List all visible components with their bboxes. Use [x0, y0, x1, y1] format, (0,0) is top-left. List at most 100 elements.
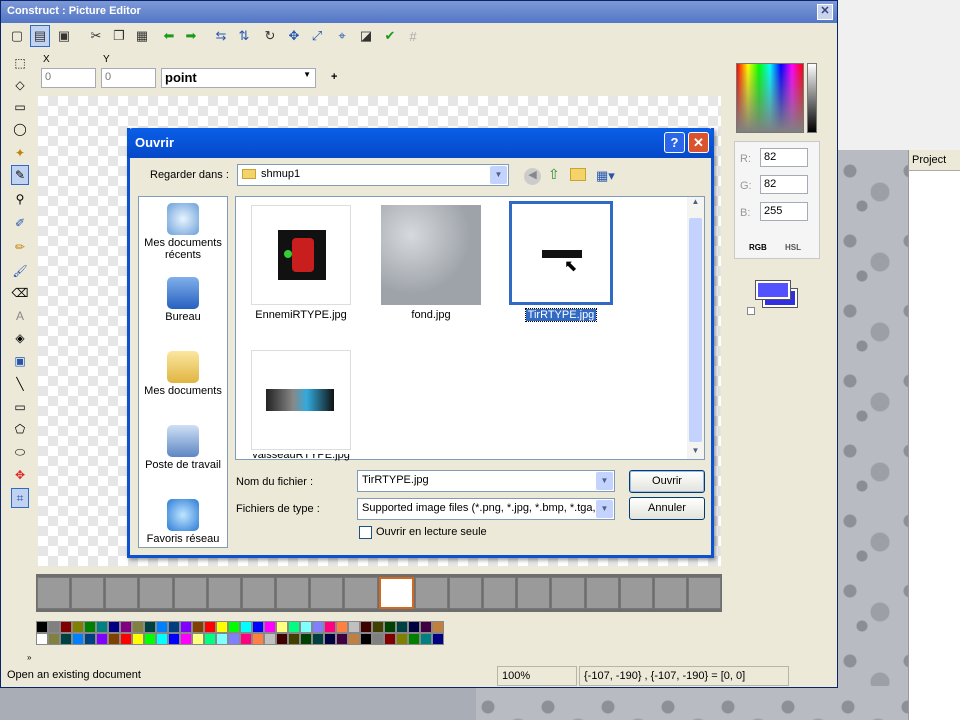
hotspot-icon[interactable]: ⌖	[332, 25, 352, 47]
palette-swatch[interactable]	[408, 621, 420, 633]
palette-swatch[interactable]	[108, 633, 120, 645]
apply-icon[interactable]: ✔	[380, 25, 400, 47]
palette-swatch[interactable]	[276, 621, 288, 633]
action-point-icon[interactable]: ⌗	[11, 488, 29, 508]
eraser-icon[interactable]: ⌫	[11, 283, 29, 303]
rectangle-icon[interactable]: ▭	[11, 397, 29, 417]
g-input[interactable]: 82	[760, 175, 808, 194]
back-icon[interactable]: ◀	[524, 168, 541, 185]
ellipse-select-icon[interactable]: ◯	[11, 119, 29, 139]
color-spectrum[interactable]	[736, 63, 804, 133]
palette-swatch[interactable]	[60, 633, 72, 645]
frame[interactable]	[483, 577, 517, 609]
open-button[interactable]: Ouvrir	[629, 470, 705, 493]
palette-swatch[interactable]	[204, 633, 216, 645]
file-item-selected[interactable]: ⬉ TirRTYPE.jpg	[506, 201, 616, 322]
polygon-icon[interactable]: ⬠	[11, 419, 29, 439]
filetype-select[interactable]: Supported image files (*.png, *.jpg, *.b…	[357, 498, 615, 520]
palette-swatch[interactable]	[156, 633, 168, 645]
frame[interactable]	[139, 577, 173, 609]
filename-input[interactable]: TirRTYPE.jpg ▼	[357, 470, 615, 492]
eyedropper-icon[interactable]: ✐	[11, 213, 29, 233]
swap-colors-icon[interactable]	[747, 307, 755, 315]
dialog-close-button[interactable]: ✕	[688, 132, 709, 153]
save-icon[interactable]: ▣	[54, 25, 74, 47]
palette-swatch[interactable]	[432, 621, 444, 633]
rotate-icon[interactable]: ↻	[260, 25, 280, 47]
palette-swatch[interactable]	[144, 633, 156, 645]
flip-vertical-icon[interactable]: ⇅	[234, 25, 254, 47]
b-input[interactable]: 255	[760, 202, 808, 221]
redo-icon[interactable]: ➡	[181, 25, 201, 47]
scroll-up-icon[interactable]: ▲	[687, 197, 704, 214]
scroll-thumb[interactable]	[689, 218, 702, 442]
palette-swatch[interactable]	[276, 633, 288, 645]
palette-swatch[interactable]	[288, 621, 300, 633]
frame[interactable]	[517, 577, 551, 609]
palette-swatch[interactable]	[300, 621, 312, 633]
scroll-down-icon[interactable]: ▼	[687, 446, 704, 463]
palette-swatch[interactable]	[228, 621, 240, 633]
r-input[interactable]: 82	[760, 148, 808, 167]
palette-swatch[interactable]	[324, 633, 336, 645]
file-list-scrollbar[interactable]: ▲ ▼	[687, 197, 704, 459]
palette-swatch[interactable]	[336, 621, 348, 633]
file-item[interactable]: EnnemiRTYPE.jpg	[246, 205, 356, 321]
palette-swatch[interactable]	[408, 633, 420, 645]
frame[interactable]	[551, 577, 585, 609]
palette-swatch[interactable]	[252, 633, 264, 645]
frame[interactable]	[276, 577, 310, 609]
palette-swatch[interactable]	[264, 633, 276, 645]
frame-selected[interactable]	[378, 577, 414, 609]
palette-swatch[interactable]	[240, 633, 252, 645]
palette-swatch[interactable]	[396, 633, 408, 645]
place-my-computer[interactable]: Poste de travail	[139, 425, 227, 471]
palette-swatch[interactable]	[180, 621, 192, 633]
palette-swatch[interactable]	[192, 633, 204, 645]
palette-swatch[interactable]	[288, 633, 300, 645]
place-network[interactable]: Favoris réseau	[139, 499, 227, 545]
tab-rgb[interactable]: RGB	[749, 243, 767, 252]
palette-swatch[interactable]	[36, 621, 48, 633]
palette-swatch[interactable]	[336, 633, 348, 645]
palette-swatch[interactable]	[48, 621, 60, 633]
palette-swatch[interactable]	[96, 633, 108, 645]
palette-swatch[interactable]	[420, 633, 432, 645]
palette-swatch[interactable]	[396, 621, 408, 633]
palette-swatch[interactable]	[300, 633, 312, 645]
move-icon[interactable]: ✥	[284, 25, 304, 47]
palette-swatch[interactable]	[156, 621, 168, 633]
palette-swatch[interactable]	[348, 621, 360, 633]
palette-swatch[interactable]	[252, 621, 264, 633]
grid-icon[interactable]: #	[403, 25, 423, 47]
frame[interactable]	[448, 577, 483, 609]
palette-swatch[interactable]	[60, 621, 72, 633]
look-in-select[interactable]: shmup1 ▼	[237, 164, 509, 186]
fill-icon[interactable]: ◈	[11, 328, 29, 348]
palette-swatch[interactable]	[372, 621, 384, 633]
ellipse-icon[interactable]: ⬭	[11, 442, 29, 462]
palette-swatch[interactable]	[216, 633, 228, 645]
magic-wand-icon[interactable]: ✦	[11, 143, 29, 163]
y-input[interactable]: 0	[101, 68, 156, 88]
palette-swatch[interactable]	[312, 633, 324, 645]
copy-icon[interactable]: ❐	[109, 25, 129, 47]
brightness-slider[interactable]	[807, 63, 817, 133]
paste-icon[interactable]: ▦	[132, 25, 152, 47]
palette-swatch[interactable]	[144, 621, 156, 633]
palette-swatch[interactable]	[120, 621, 132, 633]
expand-icon[interactable]: »	[27, 653, 31, 662]
hotspot-tool-icon[interactable]: ✥	[11, 465, 29, 485]
open-icon[interactable]: ▤	[30, 25, 50, 47]
frame[interactable]	[619, 577, 653, 609]
palette-swatch[interactable]	[96, 621, 108, 633]
palette-swatch[interactable]	[72, 633, 84, 645]
close-icon[interactable]: ✕	[817, 4, 833, 20]
shape-select[interactable]: point ▼	[161, 68, 316, 88]
resize-icon[interactable]: ⤢	[307, 25, 327, 47]
palette-swatch[interactable]	[84, 633, 96, 645]
lasso-icon[interactable]: ◇	[11, 75, 29, 95]
palette-swatch[interactable]	[384, 621, 396, 633]
cancel-button[interactable]: Annuler	[629, 497, 705, 520]
place-recent[interactable]: Mes documents récents	[139, 203, 227, 261]
